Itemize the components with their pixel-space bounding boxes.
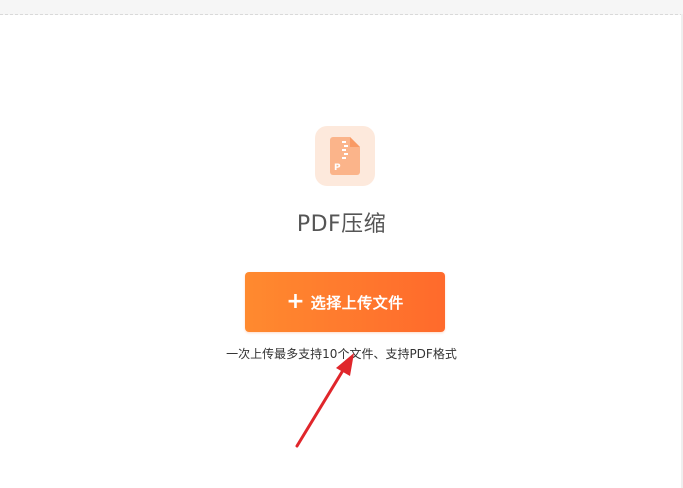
red-arrow-annotation <box>295 353 354 448</box>
